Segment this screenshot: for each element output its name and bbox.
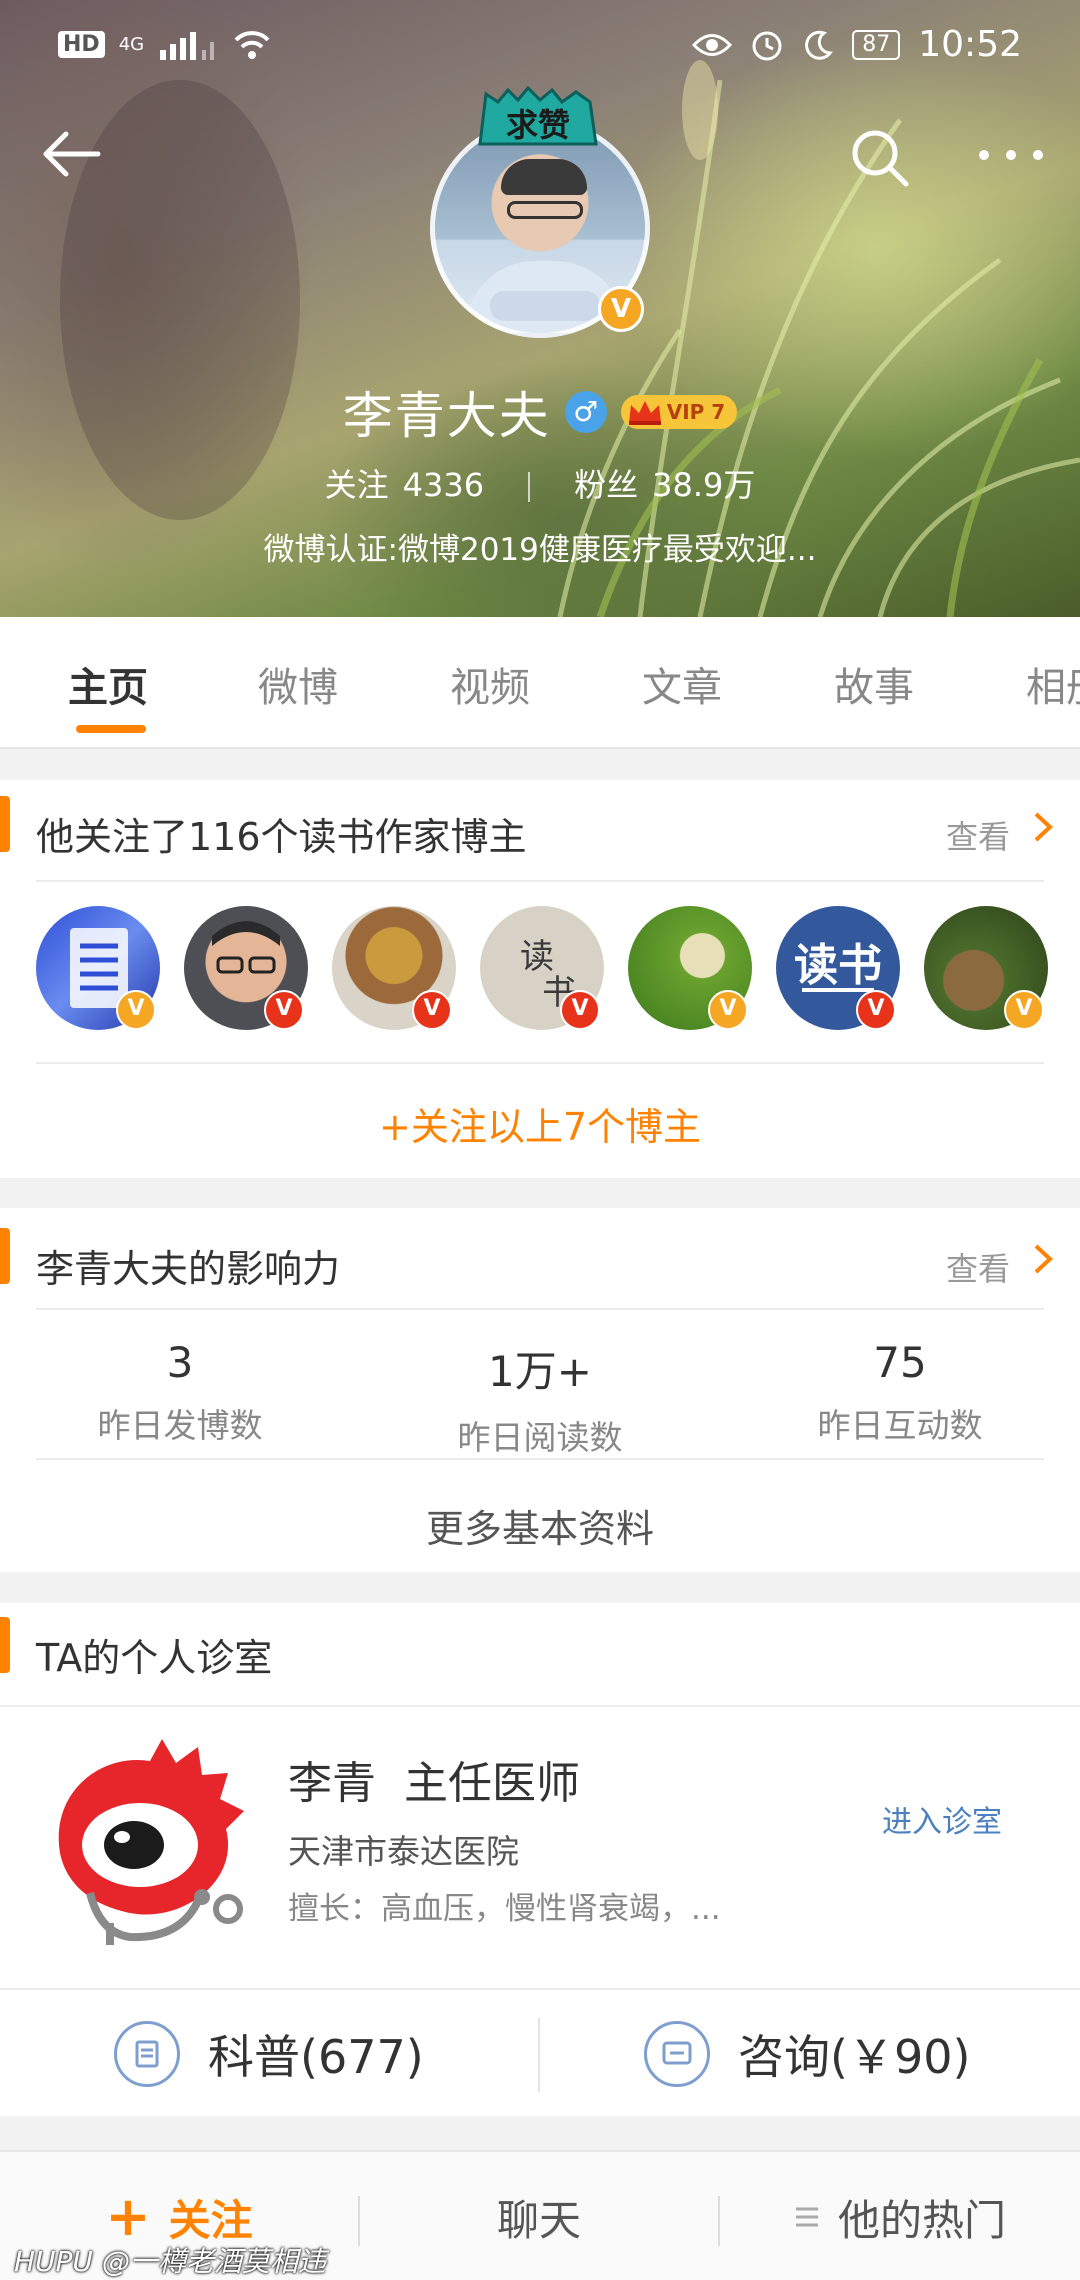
clinic-actions: 科普(677) 咨询(￥90) xyxy=(0,1988,1080,2116)
svg-text:读书: 读书 xyxy=(794,940,882,991)
consult-button[interactable]: 咨询(￥90) xyxy=(644,1990,970,2118)
search-icon[interactable] xyxy=(848,126,912,190)
divider xyxy=(36,1458,1044,1460)
stat-interactions-yesterday: 75 昨日互动数 xyxy=(720,1338,1080,1447)
card-accent-bar xyxy=(0,1617,10,1673)
document-icon xyxy=(114,2021,180,2087)
consult-label: 咨询(￥90) xyxy=(738,2030,971,2084)
praise-badge-text: 求赞 xyxy=(506,106,570,144)
stat-value: 3 xyxy=(166,1338,194,1387)
hot-posts-button[interactable]: 他的热门 xyxy=(720,2152,1080,2280)
status-bar: HD 4G 87 10:52 xyxy=(0,0,1080,90)
chevron-right-icon[interactable] xyxy=(1030,810,1056,844)
moon-icon xyxy=(805,30,834,60)
network-type: 4G xyxy=(118,33,145,55)
status-time: 10:52 xyxy=(918,24,1022,65)
influence-card: 李青大夫的影响力 查看 3 昨日发博数 1万+ 昨日阅读数 75 昨日互动数 更… xyxy=(0,1208,1080,1572)
verified-red-icon: V xyxy=(412,990,452,1030)
verified-red-icon: V xyxy=(856,990,896,1030)
divider xyxy=(36,1062,1044,1064)
view-more-link[interactable]: 查看 xyxy=(946,1244,1010,1290)
tab-home[interactable]: 主页 xyxy=(68,655,148,713)
chat-button[interactable]: 聊天 xyxy=(360,2152,718,2280)
verified-badge-icon: V xyxy=(598,286,644,332)
male-gender-icon: ♂ xyxy=(564,391,607,433)
doctor-hospital: 天津市泰达医院 xyxy=(288,1832,519,1871)
watermark: HUPU @一樽老酒莫相违 xyxy=(14,2245,326,2278)
hot-posts-label: 他的热门 xyxy=(837,2195,1006,2245)
view-more-link[interactable]: 查看 xyxy=(946,812,1010,858)
praise-badge[interactable]: 求赞 xyxy=(468,86,608,150)
vip-level: VIP 7 xyxy=(666,400,726,424)
clinic-title: TA的个人诊室 xyxy=(36,1636,273,1680)
stat-label: 昨日发博数 xyxy=(97,1406,263,1445)
profile-tabs: 主页 微博 视频 文章 故事 相册 xyxy=(0,617,1080,749)
battery-indicator: 87 xyxy=(852,29,901,60)
back-arrow-icon[interactable] xyxy=(38,122,102,186)
card-accent-bar xyxy=(0,796,10,852)
vip-badge[interactable]: VIP 7 xyxy=(620,395,738,429)
crown-icon xyxy=(628,401,661,425)
stats-divider xyxy=(528,472,531,502)
fans-label: 粉丝 xyxy=(574,466,639,504)
follow-all-button[interactable]: +关注以上7个博主 xyxy=(0,1096,1080,1151)
verified-red-icon: V xyxy=(560,990,600,1030)
influence-title: 李青大夫的影响力 xyxy=(36,1247,341,1291)
profile-name: 李青大夫 xyxy=(342,387,551,445)
weibo-health-logo xyxy=(58,1739,244,1945)
menu-lines-icon xyxy=(795,2207,818,2227)
chevron-right-icon[interactable] xyxy=(1030,1242,1056,1276)
stat-value: 75 xyxy=(873,1338,927,1387)
stat-label: 昨日阅读数 xyxy=(457,1418,623,1457)
followed-bloggers-title: 他关注了116个读书作家博主 xyxy=(36,815,527,859)
tab-weibo[interactable]: 微博 xyxy=(258,655,338,713)
science-button[interactable]: 科普(677) xyxy=(114,1990,424,2118)
divider xyxy=(0,1705,1080,1707)
hd-icon: HD xyxy=(58,30,105,58)
verified-yellow-icon: V xyxy=(708,990,748,1030)
fans-stat[interactable]: 粉丝 38.9万 xyxy=(574,466,755,504)
stat-posts-yesterday: 3 昨日发博数 xyxy=(0,1338,360,1447)
stat-reads-yesterday: 1万+ 昨日阅读数 xyxy=(360,1338,720,1459)
science-label: 科普(677) xyxy=(208,2030,424,2084)
actions-divider xyxy=(538,2018,540,2092)
tab-articles[interactable]: 文章 xyxy=(642,655,722,713)
following-label: 关注 xyxy=(324,466,389,504)
svg-text:读: 读 xyxy=(520,937,554,977)
followed-bloggers-card: 他关注了116个读书作家博主 查看 读书 读书 V V V V V V V +关… xyxy=(0,780,1080,1178)
active-tab-indicator xyxy=(76,725,146,733)
chat-bubble-icon xyxy=(644,2021,710,2087)
following-count: 4336 xyxy=(402,466,485,504)
following-stat[interactable]: 关注 4336 xyxy=(325,466,484,504)
follow-stats: 关注 4336 粉丝 38.9万 xyxy=(0,460,1080,506)
doctor-name: 李青 主任医师 xyxy=(288,1758,580,1809)
tab-video[interactable]: 视频 xyxy=(450,655,530,713)
plus-icon: + xyxy=(105,2185,151,2248)
alarm-icon xyxy=(752,31,782,60)
tab-album[interactable]: 相册 xyxy=(1026,655,1080,713)
stat-label: 昨日互动数 xyxy=(817,1406,983,1445)
divider xyxy=(36,1308,1044,1310)
fans-count: 38.9万 xyxy=(652,466,756,504)
followed-avatars-row: 读书 读书 V V V V V V V xyxy=(36,906,1048,1032)
more-basic-info-link[interactable]: 更多基本资料 xyxy=(0,1498,1080,1553)
signal-icon xyxy=(160,32,215,60)
verification-text[interactable]: 微博认证:微博2019健康医疗最受欢迎... xyxy=(0,524,1080,569)
doctor-specialty: 擅长：高血压，慢性肾衰竭，... xyxy=(288,1891,721,1927)
tab-stories[interactable]: 故事 xyxy=(834,655,914,713)
verified-red-icon: V xyxy=(264,990,304,1030)
more-icon[interactable] xyxy=(976,140,1046,170)
verified-yellow-icon: V xyxy=(1004,990,1044,1030)
chat-label: 聊天 xyxy=(496,2195,581,2245)
card-accent-bar xyxy=(0,1228,10,1284)
divider xyxy=(36,880,1044,882)
eye-icon xyxy=(692,33,733,56)
enter-clinic-link[interactable]: 进入诊室 xyxy=(882,1797,1002,1841)
profile-cover: HD 4G 87 10:52 求赞 V 李青大夫 ♂ VIP 7 关注 4336… xyxy=(0,0,1080,617)
wifi-icon xyxy=(234,31,270,59)
stat-value: 1万+ xyxy=(488,1347,592,1396)
follow-label: 关注 xyxy=(168,2195,253,2245)
verified-yellow-icon: V xyxy=(116,990,156,1030)
personal-clinic-card: TA的个人诊室 李青 主任医师 天津市泰达医院 擅长：高血压，慢性肾衰竭，...… xyxy=(0,1603,1080,1988)
